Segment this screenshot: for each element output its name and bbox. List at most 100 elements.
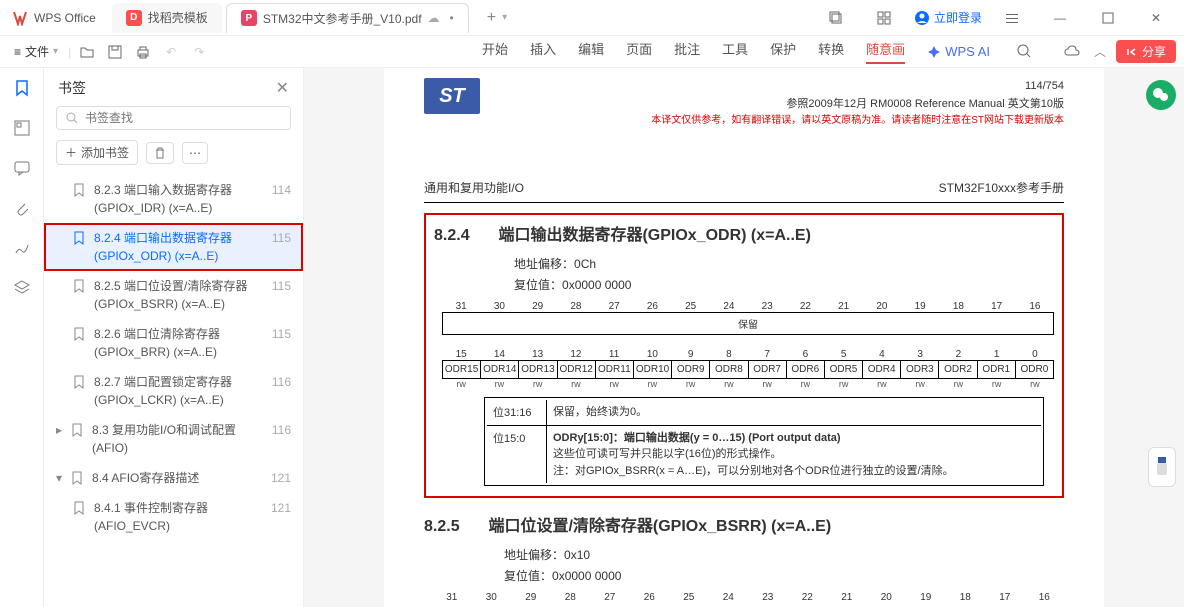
file-menu[interactable]: ≡ 文件 ▾ — [8, 43, 64, 60]
menu-ai[interactable]: WPS AI — [927, 39, 990, 64]
description-table: 位31:16保留，始终读为0。 位15:0 ODRy[15:0]：端口输出数据(… — [484, 397, 1044, 486]
highlight-section: 8.2.4 端口输出数据寄存器(GPIOx_ODR) (x=A..E) 地址偏移… — [424, 213, 1064, 498]
bookmark-icon — [72, 501, 88, 535]
menu-edit[interactable]: 编辑 — [578, 39, 604, 64]
bookmark-item[interactable]: 8.2.6 端口位清除寄存器(GPIOx_BRR) (x=A..E) 115 — [44, 319, 303, 367]
wps-icon — [12, 10, 28, 26]
ai-icon — [927, 45, 941, 59]
usb-icon — [1154, 455, 1170, 479]
desc-key: 位31:16 — [487, 400, 547, 425]
bookmark-item-selected[interactable]: 8.2.4 端口输出数据寄存器(GPIOx_ODR) (x=A..E) 115 — [44, 223, 303, 271]
bit-row-low: 1514131211109876543210 — [442, 349, 1054, 360]
open-icon[interactable] — [75, 40, 99, 64]
window-close-icon[interactable]: ✕ — [1138, 3, 1174, 33]
sidebar-close-icon[interactable]: ✕ — [276, 78, 289, 98]
print-icon[interactable] — [131, 40, 155, 64]
app-logo: WPS Office — [0, 10, 108, 26]
tab-active-label: STM32中文参考手册_V10.pdf — [263, 10, 422, 27]
window-max-icon[interactable] — [1090, 3, 1126, 33]
odr-row: ODR15ODR14ODR13ODR12ODR11ODR10ODR9ODR8OD… — [442, 360, 1054, 379]
bookmark-search[interactable] — [56, 106, 291, 130]
menu-doodle[interactable]: 随意画 — [866, 39, 905, 64]
window-grid-icon[interactable] — [866, 3, 902, 33]
add-bookmark-button[interactable]: ＋ 添加书签 — [56, 140, 138, 165]
search-icon[interactable] — [1012, 39, 1036, 63]
document-viewer[interactable]: ST 114/754 参照2009年12月 RM0008 Reference M… — [304, 68, 1184, 607]
usb-button[interactable] — [1148, 447, 1176, 487]
bookmark-page: 115 — [263, 229, 291, 265]
share-button[interactable]: 分享 — [1116, 40, 1176, 63]
menu-annotate[interactable]: 批注 — [674, 39, 700, 64]
bookmark-page: 114 — [263, 181, 291, 217]
bookmark-search-input[interactable] — [85, 111, 282, 125]
tab-templates[interactable]: D 找稻壳模板 — [112, 3, 222, 33]
menu-convert[interactable]: 转换 — [818, 39, 844, 64]
section-title: 端口输出数据寄存器(GPIOx_ODR) (x=A..E) — [498, 227, 810, 244]
cloud-icon[interactable] — [1060, 40, 1084, 64]
undo-icon[interactable]: ↶ — [159, 40, 183, 64]
template-icon: D — [126, 10, 142, 26]
menu-ai-label: WPS AI — [945, 44, 990, 59]
menu-page[interactable]: 页面 — [626, 39, 652, 64]
desc-line: ODRy[15:0]：端口输出数据(y = 0…15) (Port output… — [553, 432, 841, 444]
add-bookmark-label: 添加书签 — [81, 144, 129, 161]
desc-val: 保留，始终读为0。 — [547, 400, 1041, 425]
trash-icon — [153, 146, 167, 160]
rail-attach-icon[interactable] — [12, 198, 32, 218]
rail-comment-icon[interactable] — [12, 158, 32, 178]
reset-label: 复位值： — [504, 569, 552, 583]
rail-sign-icon[interactable] — [12, 238, 32, 258]
bookmark-page: 121 — [263, 469, 291, 487]
bookmark-icon — [72, 375, 88, 409]
sidebar-title: 书签 — [58, 78, 86, 98]
login-button[interactable]: 立即登录 — [914, 9, 982, 26]
menu-start[interactable]: 开始 — [482, 39, 508, 64]
tab-active-doc[interactable]: P STM32中文参考手册_V10.pdf ☁ • — [226, 3, 469, 33]
menu-tools[interactable]: 工具 — [722, 39, 748, 64]
share-icon — [1126, 46, 1138, 58]
redo-icon[interactable]: ↷ — [187, 40, 211, 64]
window-copy-icon[interactable] — [818, 3, 854, 33]
more-bookmark-button[interactable]: ⋯ — [182, 142, 208, 164]
bookmark-item[interactable]: 8.2.3 端口输入数据寄存器(GPIOx_IDR) (x=A..E) 114 — [44, 175, 303, 223]
reset-value: 0x0000 0000 — [562, 278, 631, 292]
save-icon[interactable] — [103, 40, 127, 64]
reset-label: 复位值： — [514, 278, 562, 292]
rail-bookmark-icon[interactable] — [12, 78, 32, 98]
menu-insert[interactable]: 插入 — [530, 39, 556, 64]
bookmark-item[interactable]: 8.4.1 事件控制寄存器(AFIO_EVCR) 121 — [44, 493, 303, 541]
collapse-icon[interactable]: ︿ — [1088, 40, 1112, 64]
menu-protect[interactable]: 保护 — [770, 39, 796, 64]
tab-add[interactable]: + ▾ — [473, 3, 521, 33]
st-logo: ST — [424, 78, 480, 114]
tab-add-chevron: ▾ — [502, 12, 507, 23]
add-icon: + — [487, 9, 496, 27]
reset-value: 0x0000 0000 — [552, 569, 621, 583]
desc-line: 注：对GPIOx_BSRR(x = A…E)，可以分别地对各个ODR位进行独立的… — [553, 463, 1035, 480]
chevron-down-icon[interactable]: ▾ — [56, 469, 62, 487]
rail-thumbnail-icon[interactable] — [12, 118, 32, 138]
rail-layers-icon[interactable] — [12, 278, 32, 298]
plus-icon: ＋ — [65, 144, 77, 161]
window-min-icon[interactable]: — — [1042, 3, 1078, 33]
bookmark-page: 115 — [263, 325, 291, 361]
chevron-down-icon: ▾ — [53, 46, 58, 57]
main-area: 书签 ✕ ＋ 添加书签 ⋯ 8.2.3 端口输入数据寄存器(GPIOx_IDR)… — [0, 68, 1184, 607]
bookmark-icon — [72, 279, 88, 313]
bookmark-item[interactable]: 8.2.5 端口位设置/清除寄存器(GPIOx_BSRR) (x=A..E) 1… — [44, 271, 303, 319]
tab-close-icon[interactable]: • — [450, 11, 454, 25]
bookmark-item[interactable]: ▾ 8.4 AFIO寄存器描述 121 — [44, 463, 303, 493]
file-label: 文件 — [25, 43, 49, 60]
window-menu-icon[interactable] — [994, 3, 1030, 33]
delete-bookmark-button[interactable] — [146, 142, 174, 164]
bookmark-item[interactable]: 8.2.7 端口配置锁定寄存器(GPIOx_LCKR) (x=A..E) 116 — [44, 367, 303, 415]
bookmark-item[interactable]: ▸ 8.3 复用功能I/O和调试配置(AFIO) 116 — [44, 415, 303, 463]
reserved-row: 保留 — [442, 312, 1054, 335]
wechat-button[interactable] — [1146, 80, 1176, 110]
offset-label: 地址偏移： — [514, 257, 574, 271]
share-label: 分享 — [1142, 43, 1166, 60]
main-menu: 开始 插入 编辑 页面 批注 工具 保护 转换 随意画 WPS AI — [482, 39, 1056, 64]
bookmark-icon — [70, 471, 86, 487]
hamburger-icon: ≡ — [14, 45, 21, 59]
chevron-right-icon[interactable]: ▸ — [56, 421, 62, 457]
